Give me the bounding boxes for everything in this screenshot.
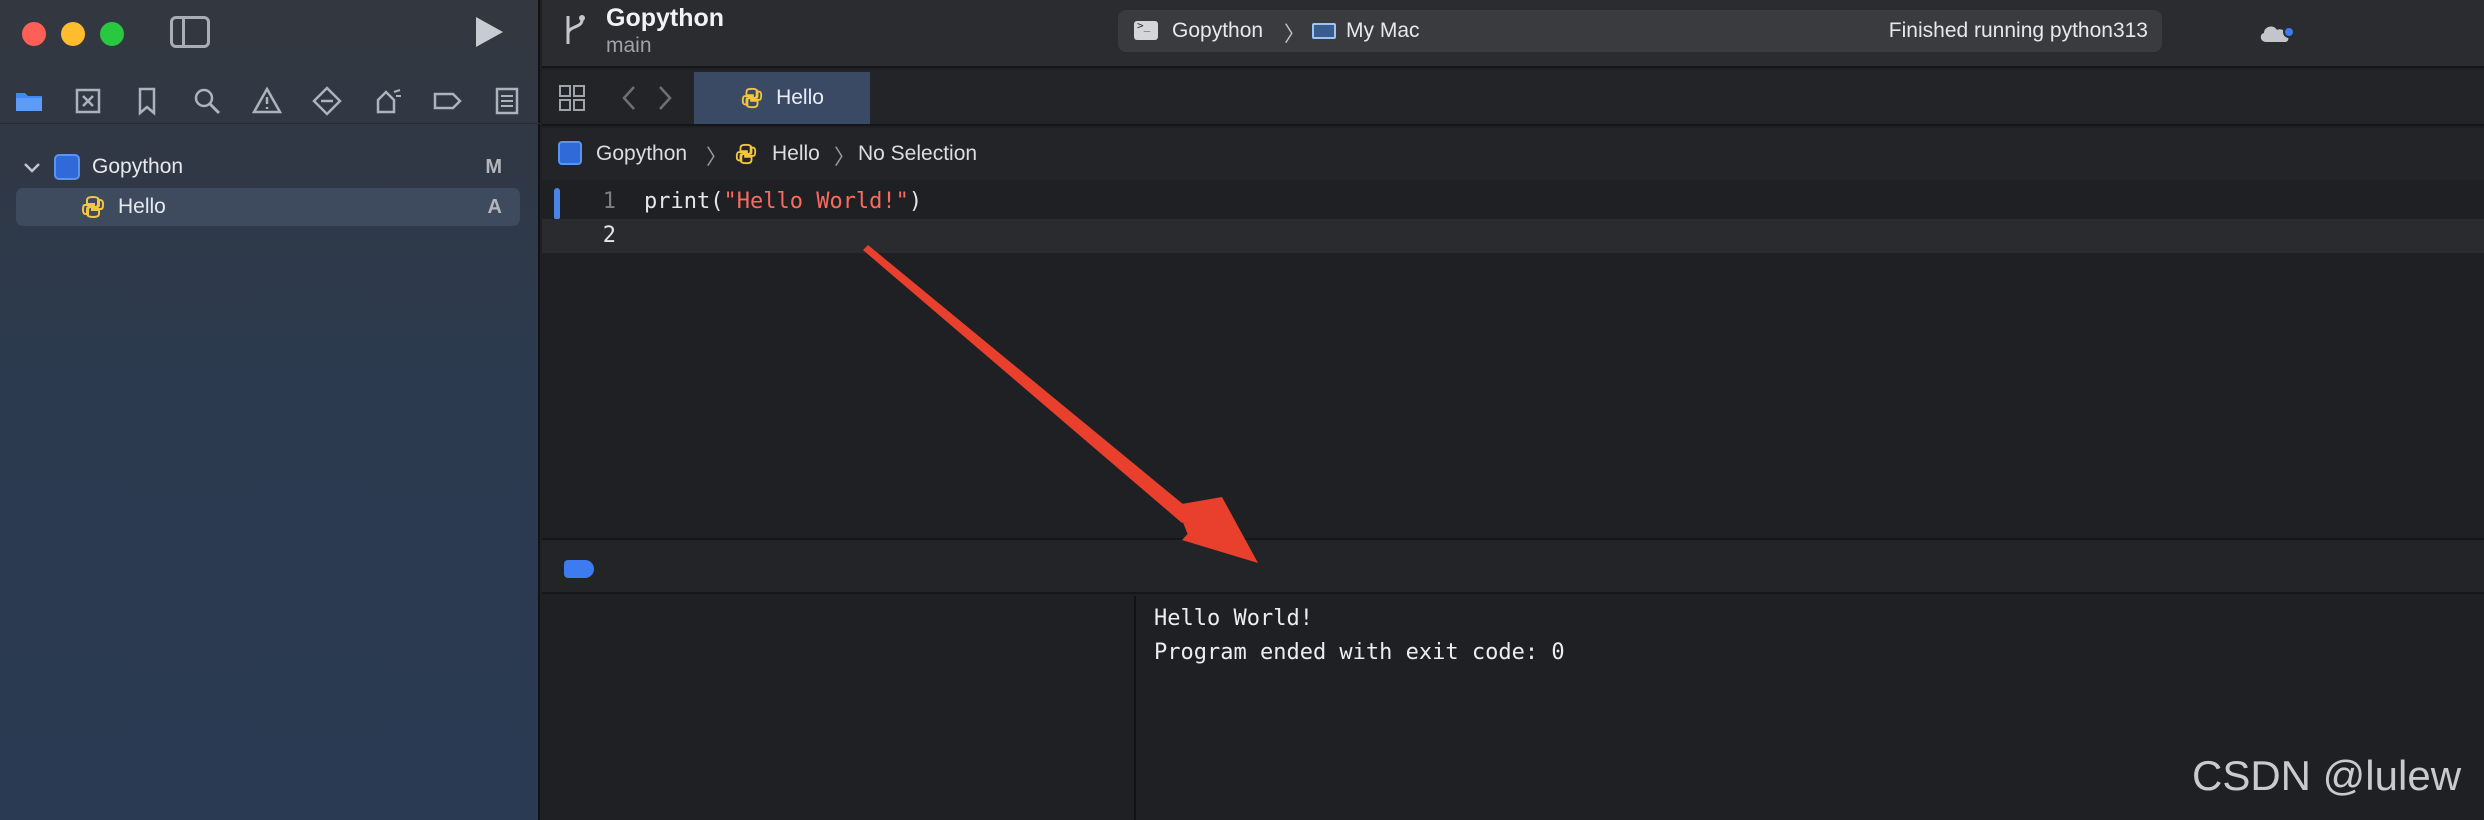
grid-icon[interactable] [558, 84, 586, 112]
branch-icon [566, 15, 585, 44]
cloud-icon[interactable] [2258, 20, 2296, 44]
tree-item-label: Gopython [92, 155, 184, 178]
scheme-separator: 〉 [1284, 23, 1305, 46]
window-minimize-button[interactable] [61, 22, 85, 46]
breadcrumb-separator: 〉 [706, 146, 727, 169]
project-icon [558, 141, 582, 165]
build-status-text: Finished running python313 [1888, 19, 2148, 42]
navigator-tab-bar [0, 74, 540, 124]
line-number: 1 [602, 189, 616, 214]
python-file-icon [81, 195, 105, 219]
bookmark-icon[interactable] [132, 86, 162, 116]
variables-view[interactable] [542, 596, 1136, 820]
activity-viewer: Gopython 〉 My Mac Finished running pytho… [1118, 10, 2162, 52]
status-badge: M [485, 155, 502, 178]
project-title: Gopython [606, 4, 725, 32]
code-line[interactable]: 1 print("Hello World!") [542, 185, 2484, 219]
laptop-icon [1312, 23, 1336, 39]
python-file-icon [741, 87, 763, 109]
watermark: CSDN @lulew [2192, 752, 2462, 799]
breadcrumb-selection[interactable]: No Selection [858, 142, 977, 166]
source-editor[interactable]: 1 print("Hello World!") 2 [542, 180, 2484, 538]
debug-bar [542, 538, 2484, 594]
terminal-icon [1134, 19, 1158, 40]
breadcrumb-project[interactable]: Gopython [596, 142, 687, 166]
branch-name[interactable]: main [606, 34, 652, 58]
chevron-left-icon[interactable] [620, 84, 638, 112]
chevron-down-icon[interactable] [22, 157, 42, 177]
debug-icon[interactable] [372, 86, 402, 116]
code-token: ) [908, 189, 923, 214]
breadcrumb-separator: 〉 [834, 146, 855, 169]
breakpoints-toggle-icon[interactable] [564, 560, 594, 578]
sidebar-toggle-icon[interactable] [170, 16, 210, 48]
folder-icon[interactable] [14, 86, 44, 116]
search-icon[interactable] [192, 86, 222, 116]
run-button[interactable] [472, 14, 506, 50]
breakpoint-icon[interactable] [432, 86, 462, 116]
tab-label: Hello [776, 86, 824, 109]
navigator-sidebar: Gopython M Hello A [0, 0, 540, 820]
window-toolbar: Gopython main Gopython 〉 My Mac Finished… [542, 0, 2484, 68]
line-number: 2 [602, 223, 616, 248]
run-destination-selector[interactable]: My Mac [1346, 19, 1420, 43]
tab-hello[interactable]: Hello [694, 72, 870, 124]
string-literal: "Hello World!" [723, 189, 909, 214]
source-control-icon[interactable] [73, 86, 103, 116]
code-text: print("Hello World!") [644, 185, 922, 219]
status-badge: A [487, 195, 502, 218]
tree-item-label: Hello [118, 195, 166, 218]
tree-item-project[interactable]: Gopython M [16, 148, 520, 186]
jump-bar: Gopython 〉 Hello 〉 No Selection [542, 128, 2484, 180]
code-line[interactable]: 2 [542, 219, 2484, 253]
scheme-selector[interactable]: Gopython [1172, 19, 1263, 43]
window-zoom-button[interactable] [100, 22, 124, 46]
warning-icon[interactable] [251, 86, 283, 116]
window-close-button[interactable] [22, 22, 46, 46]
tree-item-file[interactable]: Hello A [16, 188, 520, 226]
console-line: Hello World! [1154, 606, 1313, 631]
report-icon[interactable] [492, 86, 522, 116]
editor-tab-bar: Hello [542, 70, 2484, 126]
console-line: Program ended with exit code: 0 [1154, 640, 1565, 665]
code-token: print( [644, 189, 724, 214]
chevron-right-icon[interactable] [656, 84, 674, 112]
python-file-icon [735, 143, 757, 165]
project-icon [54, 154, 80, 180]
breadcrumb-file[interactable]: Hello [772, 142, 820, 166]
test-icon[interactable] [312, 86, 342, 116]
